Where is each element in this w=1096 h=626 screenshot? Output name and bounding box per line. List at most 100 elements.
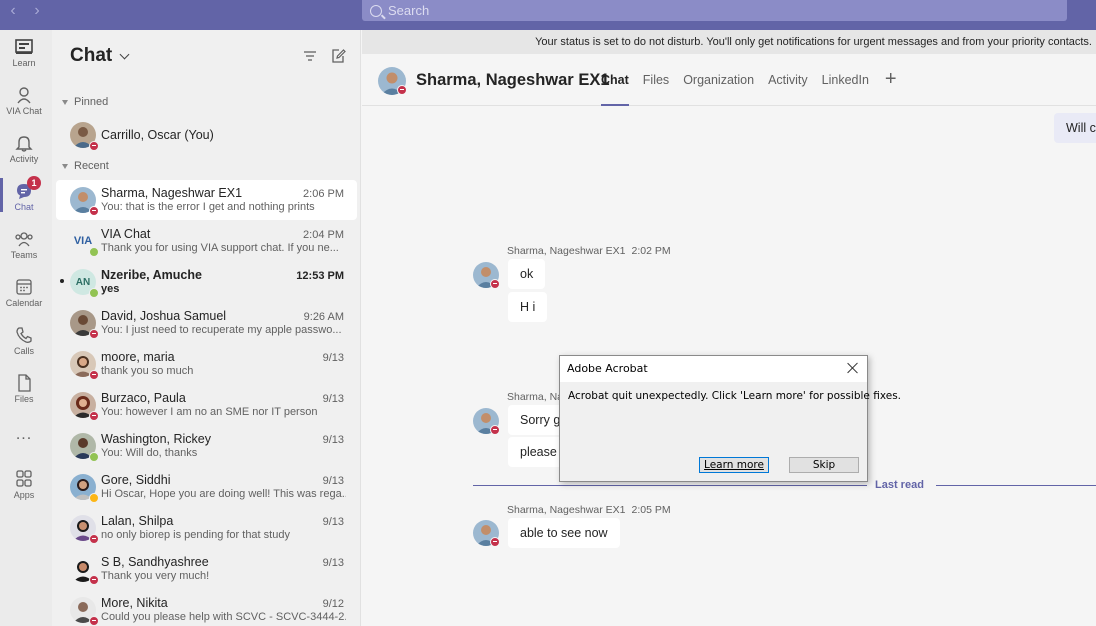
search-placeholder: Search [388,3,430,18]
rail-label: Chat [14,202,34,212]
rail-item-learn[interactable]: Learn [0,38,48,68]
rail-item-chat[interactable]: 1 Chat [0,176,48,212]
presence-dnd-icon [490,537,500,547]
chat-name: Carrillo, Oscar (You) [101,128,214,142]
chevron-right-icon[interactable]: › [30,2,44,20]
chat-time: 9/13 [322,475,344,487]
chat-item-pinned[interactable]: Carrillo, Oscar (You) [56,115,357,155]
chat-name: Sharma, Nageshwar EX1 [101,186,243,200]
last-read-divider [473,485,867,486]
presence-dnd-icon [89,141,99,151]
sender-name: Sharma, Nageshwar EX1 [507,504,626,516]
rail-item-via-chat[interactable]: VIA Chat [0,86,48,116]
conversation-title[interactable]: Sharma, Nageshwar EX1 [416,71,610,90]
rail-label: Calendar [5,298,43,308]
message-meta: Sharma, Nageshwar EX1 2:05 PM [507,504,671,516]
tab-chat[interactable]: Chat [601,54,629,106]
recent-section-header[interactable]: Recent [62,160,109,172]
filter-icon[interactable] [302,48,318,64]
chat-item[interactable]: S B, Sandhyashree 9/13 Thank you very mu… [56,549,357,589]
chat-name: Nzeribe, Amuche [101,268,202,282]
presence-dnd-icon [89,329,99,339]
pinned-section-header[interactable]: Pinned [62,96,108,108]
skip-button[interactable]: Skip [789,457,859,473]
last-read-divider [936,485,1096,486]
presence-dnd-icon [89,575,99,585]
chat-item[interactable]: VIA VIA Chat 2:04 PM Thank you for using… [56,221,357,261]
presence-available-icon [89,247,99,257]
title-bar: ‹ › Search [0,0,1096,30]
skip-label: Skip [812,459,836,471]
chat-item[interactable]: moore, maria 9/13 thank you so much [56,344,357,384]
rail-label: Files [14,394,34,404]
chat-item[interactable]: AN Nzeribe, Amuche 12:53 PM yes [56,262,357,302]
chevron-down-icon[interactable] [119,49,130,59]
message-bubble[interactable]: able to see now [508,518,620,548]
conversation-pane: Your status is set to do not disturb. Yo… [362,30,1096,626]
new-chat-icon[interactable] [330,48,346,64]
chat-list-title[interactable]: Chat [70,45,112,67]
learn-more-button[interactable]: Learn more [699,457,769,473]
chat-item[interactable]: David, Joshua Samuel 9:26 AM You: I just… [56,303,357,343]
bot-icon [14,86,34,104]
rail-label: Learn [12,58,36,68]
tab-linkedin[interactable]: LinkedIn [822,54,869,106]
rail-item-calls[interactable]: Calls [0,326,48,356]
rail-item-apps[interactable]: Apps [0,470,48,500]
chat-item[interactable]: More, Nikita 9/12 Could you please help … [56,590,357,626]
dialog-titlebar[interactable]: Adobe Acrobat [560,356,867,382]
rail-item-activity[interactable]: Activity [0,134,48,164]
message-time: 2:02 PM [631,245,671,257]
unread-dot [60,279,64,283]
message-meta: Sharma, Nageshwar EX1 2:02 PM [507,245,671,257]
chat-preview: You: I just need to recuperate my apple … [101,324,342,336]
message-bubble[interactable]: ok [508,259,546,289]
chat-name: More, Nikita [101,596,168,610]
chat-list-panel: Chat Pinned Carrillo, Oscar (You) Recent… [52,30,361,626]
search-input[interactable]: Search [362,0,1067,21]
chat-name: Lalan, Shilpa [101,514,174,528]
tab-files[interactable]: Files [643,54,669,106]
chat-name: Burzaco, Paula [101,391,186,405]
close-icon[interactable] [845,360,861,376]
presence-available-icon [89,452,99,462]
plus-icon[interactable]: + [885,54,897,106]
chat-name: S B, Sandhyashree [101,555,209,569]
chat-time: 9/12 [322,598,344,610]
chat-time: 9/13 [322,434,344,446]
chat-icon: 1 [14,176,41,200]
chat-item[interactable]: Lalan, Shilpa 9/13 no only biorep is pen… [56,508,357,548]
recent-label: Recent [74,160,109,172]
tab-activity[interactable]: Activity [768,54,808,106]
tab-organization[interactable]: Organization [683,54,754,106]
chat-item[interactable]: Sharma, Nageshwar EX1 2:06 PM You: that … [56,180,357,220]
chat-time: 9:26 AM [303,311,344,323]
chat-time: 9/13 [322,393,344,405]
more-icon[interactable]: ... [0,426,48,444]
chat-name: Gore, Siddhi [101,473,171,487]
chat-preview: Could you please help with SCVC - SCVC-3… [101,611,346,623]
file-icon [14,374,34,392]
rail-item-files[interactable]: Files [0,374,48,404]
chat-preview: Hi Oscar, Hope you are doing well! This … [101,488,346,500]
chat-item[interactable]: Gore, Siddhi 9/13 Hi Oscar, Hope you are… [56,467,357,507]
last-read-label: Last read [875,479,924,491]
message-bubble[interactable]: H i [508,292,548,322]
apps-icon [14,470,34,488]
caret-down-icon [62,163,68,169]
presence-away-icon [89,493,99,503]
chat-name: David, Joshua Samuel [101,309,227,323]
caret-down-icon [62,99,68,105]
rail-item-calendar[interactable]: Calendar [0,278,48,308]
learn-more-label: Learn more [704,459,764,471]
rail-item-teams[interactable]: Teams [0,230,48,260]
chat-preview: yes [101,283,120,295]
app-rail: Learn VIA Chat Activity 1 Chat Teams Cal… [0,30,52,626]
chat-name: Washington, Rickey [101,432,211,446]
chat-item[interactable]: Washington, Rickey 9/13 You: Will do, th… [56,426,357,466]
chevron-left-icon[interactable]: ‹ [6,2,20,20]
chat-name: VIA Chat [101,227,151,241]
message-time: 2:05 PM [631,504,671,516]
chat-item[interactable]: Burzaco, Paula 9/13 You: however I am no… [56,385,357,425]
dialog-message: Acrobat quit unexpectedly. Click 'Learn … [568,390,902,402]
